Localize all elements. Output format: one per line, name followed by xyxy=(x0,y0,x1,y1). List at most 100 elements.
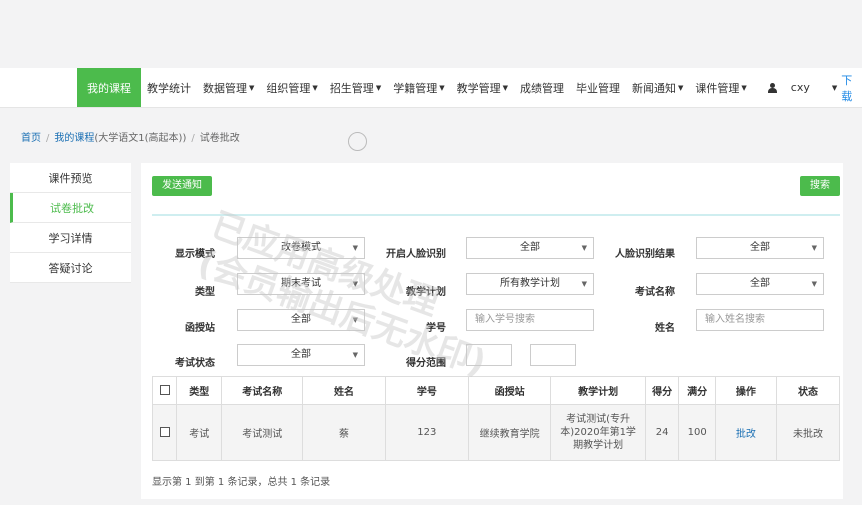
col-student-no: 学号 xyxy=(384,376,470,405)
sidebar-item-grading[interactable]: 试卷批改 xyxy=(10,193,131,223)
table-header-row: 类型 考试名称 姓名 学号 函授站 教学计划 得分 满分 操作 状态 xyxy=(151,376,841,405)
user-menu[interactable]: cxy xyxy=(767,68,810,107)
dropdown-arrow-icon: ▼ xyxy=(352,351,358,359)
col-plan: 教学计划 xyxy=(550,376,646,405)
face-result-select[interactable]: 全部 ▼ xyxy=(696,237,824,259)
select-all-checkbox[interactable] xyxy=(159,385,170,395)
station-label: 函授站 xyxy=(185,323,215,334)
nav-graduation[interactable]: 毕业管理 xyxy=(570,68,626,107)
student-no-input[interactable]: 输入学号搜索 xyxy=(466,309,594,331)
col-exam-name: 考试名称 xyxy=(221,376,304,405)
grade-link[interactable]: 批改 xyxy=(736,429,756,440)
nav-grades[interactable]: 成绩管理 xyxy=(514,68,570,107)
top-band xyxy=(0,0,862,68)
display-mode-label: 显示模式 xyxy=(175,249,215,260)
caret-down-icon: ▼ xyxy=(831,83,838,92)
cell-action: 批改 xyxy=(714,404,777,461)
dropdown-arrow-icon: ▼ xyxy=(352,244,358,252)
table-row: 考试 考试测试 蔡 123 继续教育学院 考试测试(专升本)2020年第1学期教… xyxy=(151,404,841,461)
select-all-cell[interactable] xyxy=(151,376,178,405)
row-checkbox[interactable] xyxy=(159,427,170,437)
download-menu[interactable]: ▼ 下载 xyxy=(830,68,862,107)
nav-courseware[interactable]: 课件管理 ▼ xyxy=(689,68,752,107)
display-mode-select[interactable]: 改卷模式 ▼ xyxy=(237,237,365,259)
user-icon xyxy=(767,82,777,93)
send-notification-button[interactable]: 发送通知 xyxy=(152,176,212,196)
nav-teaching-management[interactable]: 教学管理 ▼ xyxy=(451,68,514,107)
score-range-label: 得分范围 xyxy=(406,358,446,369)
breadcrumb-current: 试卷批改 xyxy=(199,133,240,144)
face-result-label: 人脸识别结果 xyxy=(615,249,675,260)
dropdown-arrow-icon: ▼ xyxy=(811,280,817,288)
search-button[interactable]: 搜索 xyxy=(800,176,840,196)
dropdown-arrow-icon: ▼ xyxy=(352,316,358,324)
caret-down-icon: ▼ xyxy=(677,83,684,92)
col-status: 状态 xyxy=(775,376,841,405)
exam-name-select[interactable]: 全部 ▼ xyxy=(696,273,824,295)
name-input[interactable]: 输入姓名搜索 xyxy=(696,309,824,331)
exam-name-label: 考试名称 xyxy=(635,287,675,298)
teaching-plan-label: 教学计划 xyxy=(406,287,446,298)
dropdown-arrow-icon: ▼ xyxy=(811,244,817,252)
dropdown-arrow-icon: ▼ xyxy=(581,244,587,252)
score-range-max-input[interactable] xyxy=(530,344,576,366)
nav-news[interactable]: 新闻通知 ▼ xyxy=(626,68,689,107)
cell-student-no: 123 xyxy=(384,404,470,461)
type-label: 类型 xyxy=(195,287,215,298)
caret-down-icon: ▼ xyxy=(439,83,445,92)
caret-down-icon: ▼ xyxy=(375,83,382,92)
name-label: 姓名 xyxy=(655,323,675,334)
cell-exam-name: 考试测试 xyxy=(221,404,304,461)
cell-status: 未批改 xyxy=(775,404,841,461)
type-select[interactable]: 期末考试 ▼ xyxy=(237,273,365,295)
breadcrumb-home[interactable]: 首页 xyxy=(21,133,41,144)
cell-name: 蔡 xyxy=(302,404,386,461)
pagination-info: 显示第 1 到第 1 条记录，总共 1 条记录 xyxy=(152,477,331,488)
dropdown-arrow-icon: ▼ xyxy=(352,280,358,288)
score-range-min-input[interactable] xyxy=(466,344,512,366)
caret-down-icon: ▼ xyxy=(249,83,255,92)
cell-station: 继续教育学院 xyxy=(468,404,552,461)
sidebar: 课件预览 试卷批改 学习详情 答疑讨论 xyxy=(10,163,131,283)
nav-student-status[interactable]: 学籍管理 ▼ xyxy=(387,68,450,107)
face-enabled-label: 开启人脸识别 xyxy=(386,249,446,260)
breadcrumb-course[interactable]: 我的课程(大学语文1(高起本)) xyxy=(54,133,186,144)
nav-org-management[interactable]: 组织管理 ▼ xyxy=(260,68,323,107)
col-type: 类型 xyxy=(176,376,223,405)
caret-down-icon: ▼ xyxy=(312,83,318,92)
exam-status-select[interactable]: 全部 ▼ xyxy=(237,344,365,366)
cell-type: 考试 xyxy=(176,404,223,461)
col-score: 得分 xyxy=(644,376,680,405)
col-full: 满分 xyxy=(678,376,716,405)
row-select-cell[interactable] xyxy=(151,404,178,461)
cell-score: 24 xyxy=(644,404,680,461)
brand-area xyxy=(0,68,77,107)
sidebar-item-qa[interactable]: 答疑讨论 xyxy=(10,253,131,283)
caret-down-icon: ▼ xyxy=(502,83,508,92)
sidebar-item-learning-details[interactable]: 学习详情 xyxy=(10,223,131,253)
sidebar-item-courseware-preview[interactable]: 课件预览 xyxy=(10,163,131,193)
caret-down-icon: ▼ xyxy=(741,83,747,92)
nav-my-courses[interactable]: 我的课程 xyxy=(77,68,142,107)
breadcrumb: 首页 / 我的课程(大学语文1(高起本)) / 试卷批改 xyxy=(21,133,240,144)
grading-table: 类型 考试名称 姓名 学号 函授站 教学计划 得分 满分 操作 状态 考试 考试… xyxy=(151,376,841,461)
col-action: 操作 xyxy=(714,376,777,405)
col-station: 函授站 xyxy=(468,376,552,405)
loading-spinner-icon xyxy=(348,132,367,151)
nav-enrollment[interactable]: 招生管理 ▼ xyxy=(324,68,387,107)
student-no-label: 学号 xyxy=(426,323,446,334)
nav-teaching-stats[interactable]: 教学统计 xyxy=(141,68,197,107)
teaching-plan-select[interactable]: 所有教学计划 ▼ xyxy=(466,273,594,295)
station-select[interactable]: 全部 ▼ xyxy=(237,309,365,331)
username: cxy xyxy=(790,81,810,94)
main-panel: 发送通知 搜索 显示模式 改卷模式 ▼ 开启人脸识别 全部 ▼ 人脸识别结果 全部 ▼… xyxy=(141,163,843,499)
nav-data-management[interactable]: 数据管理 ▼ xyxy=(197,68,260,107)
face-enabled-select[interactable]: 全部 ▼ xyxy=(466,237,594,259)
col-name: 姓名 xyxy=(302,376,386,405)
cell-plan: 考试测试(专升本)2020年第1学期教学计划 xyxy=(550,404,646,461)
top-navbar: 我的课程 教学统计 数据管理 ▼ 组织管理 ▼ 招生管理 ▼ 学籍管理 ▼ 教学管理 ▼ … xyxy=(0,68,862,108)
dropdown-arrow-icon: ▼ xyxy=(581,280,587,288)
divider xyxy=(152,214,840,216)
exam-status-label: 考试状态 xyxy=(175,358,215,369)
cell-full: 100 xyxy=(678,404,716,461)
